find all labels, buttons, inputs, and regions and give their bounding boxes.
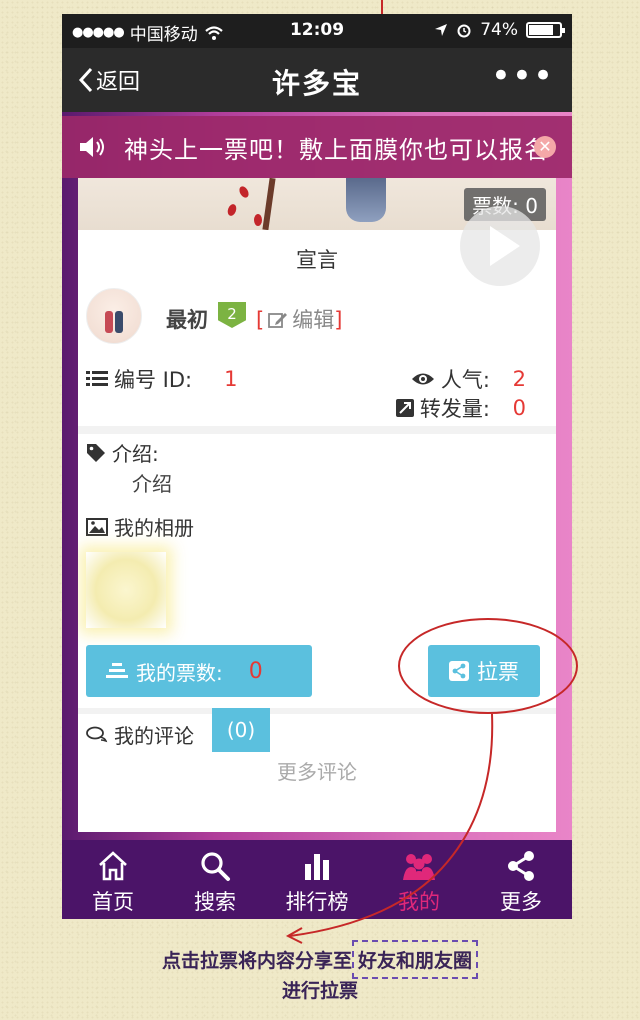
battery-icon: [526, 22, 565, 38]
alarm-icon: [457, 24, 471, 38]
notice-banner: 神头上一票吧！敷上面膜你也可以报名 ✕: [62, 116, 572, 178]
user-name: 最初: [166, 308, 208, 332]
annotation-line-1: 点击拉票将内容分享至 好友和朋友圈: [0, 940, 640, 979]
location-icon: [435, 24, 448, 36]
annotation-prefix: 点击拉票将内容分享至: [161, 950, 352, 972]
image-icon: [86, 517, 108, 536]
petal-decoration: [237, 184, 251, 200]
intro-heading: 介绍:: [86, 438, 159, 467]
notice-text: 神头上一票吧！敷上面膜你也可以报名: [124, 135, 549, 164]
popularity-label: 人气:: [440, 368, 490, 392]
annotation-arrow: [285, 713, 494, 944]
my-votes-value: 0: [248, 658, 263, 684]
tag-icon: [87, 443, 105, 462]
comments-label: 我的评论: [114, 724, 194, 748]
shares-label: 转发量:: [419, 397, 490, 421]
id-row: 编号 ID: 1: [86, 364, 238, 394]
comments-heading: 我的评论: [86, 720, 194, 749]
share-box-icon: [395, 399, 414, 417]
popularity-row: 人气: 2: [411, 364, 526, 394]
comment-icon: [86, 726, 108, 742]
speaker-icon: [80, 137, 104, 157]
tab-label: 首页: [92, 890, 134, 914]
petal-decoration: [254, 214, 262, 226]
album-photo[interactable]: [86, 552, 166, 628]
more-menu-button[interactable]: •••: [491, 56, 554, 96]
album-heading: 我的相册: [86, 512, 194, 541]
album-label: 我的相册: [114, 516, 194, 540]
divider: [78, 426, 556, 434]
edit-link[interactable]: [ 编辑]: [256, 304, 342, 334]
id-label: 编号 ID:: [114, 368, 193, 392]
declaration-title: 宣言: [296, 248, 338, 272]
tab-label: 搜索: [194, 890, 236, 914]
intro-text: 介绍: [132, 472, 172, 496]
tab-home[interactable]: 首页: [62, 840, 164, 919]
tab-search[interactable]: 搜索: [164, 840, 266, 919]
id-value: 1: [224, 367, 238, 391]
figure-decoration: [346, 178, 386, 222]
level-badge: 2: [218, 302, 246, 328]
close-icon: ✕: [538, 137, 552, 156]
popularity-value: 2: [512, 367, 526, 391]
annotation-line-2: 进行拉票: [281, 980, 358, 1002]
list-icon: [86, 371, 108, 386]
shares-value: 0: [512, 396, 526, 420]
my-votes-button[interactable]: 我的票数: 0: [86, 645, 312, 697]
stack-icon: [106, 663, 128, 678]
branch-decoration: [262, 178, 276, 230]
eye-icon: [411, 373, 434, 385]
annotation-highlight: 好友和朋友圈: [352, 940, 479, 979]
petal-decoration: [226, 202, 238, 218]
close-notice-button[interactable]: ✕: [534, 136, 556, 158]
status-bar: ●●●●● 中国移动 12:09 74%: [62, 14, 572, 48]
home-icon: [99, 851, 127, 881]
search-icon: [201, 852, 230, 881]
intro-label: 介绍:: [112, 442, 159, 466]
nav-bar: 返回 许多宝 •••: [62, 48, 572, 112]
edit-icon: [268, 313, 288, 328]
shares-row: 转发量: 0: [395, 393, 526, 423]
avatar: [86, 288, 142, 344]
edit-label: 编辑: [292, 308, 335, 332]
battery-percent: 74%: [480, 20, 518, 40]
my-votes-label: 我的票数:: [136, 660, 223, 685]
